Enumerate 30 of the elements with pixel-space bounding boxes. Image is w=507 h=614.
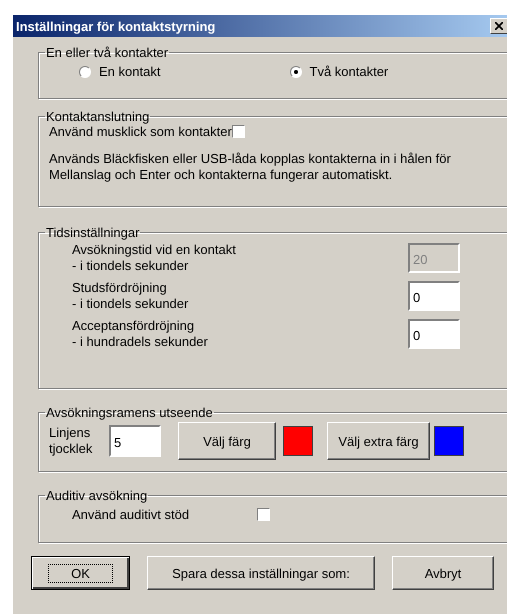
setting-label: Studsfördröjning [72, 280, 168, 296]
checkbox[interactable] [257, 508, 270, 521]
color-button[interactable]: Välj extra färg [327, 422, 430, 460]
close-icon [495, 22, 503, 30]
unit-label: - i tiondels sekunder [72, 258, 190, 274]
checkbox[interactable] [232, 125, 245, 138]
number-field[interactable]: 0 [408, 319, 460, 349]
close-button[interactable] [490, 18, 507, 34]
group-title: Avsökningsramens utseende [45, 405, 214, 420]
setting-label: Acceptansfördröjning [72, 318, 196, 334]
checkbox-label: Använd auditivt stöd [72, 507, 190, 522]
info-text: Används Bläckfisken eller USB-låda kopplas kontakterna in i hålen för Mellanslag och Enter och kontakterna fungerar automatiskt. [49, 151, 452, 183]
thickness-label: Linjens tjocklek [49, 425, 94, 457]
dialog-button[interactable]: Avbryt [392, 556, 494, 590]
radio-option[interactable]: Två kontakter [290, 64, 500, 79]
group-title: Tidsinställningar [45, 225, 140, 240]
checkbox-label: Använd musklick som kontakter [49, 124, 232, 139]
thickness-field[interactable]: 5 [109, 425, 161, 457]
dialog-button[interactable]: Spara dessa inställningar som: [147, 556, 375, 590]
group-title: Auditiv avsökning [45, 488, 148, 503]
setting-label: Avsökningstid vid en kontakt [72, 242, 237, 258]
unit-label: - i tiondels sekunder [72, 296, 190, 312]
group-title: En eller två kontakter [45, 45, 170, 60]
group-title: Kontaktanslutning [45, 109, 150, 124]
unit-label: - i hundradels sekunder [72, 334, 209, 350]
color-button[interactable]: Välj färg [178, 422, 276, 460]
radio-option[interactable]: En kontakt [79, 64, 290, 79]
window-title: Inställningar för kontaktstyrning [16, 18, 216, 34]
number-field[interactable]: 0 [408, 281, 460, 311]
dialog-button[interactable]: OK [31, 556, 130, 590]
